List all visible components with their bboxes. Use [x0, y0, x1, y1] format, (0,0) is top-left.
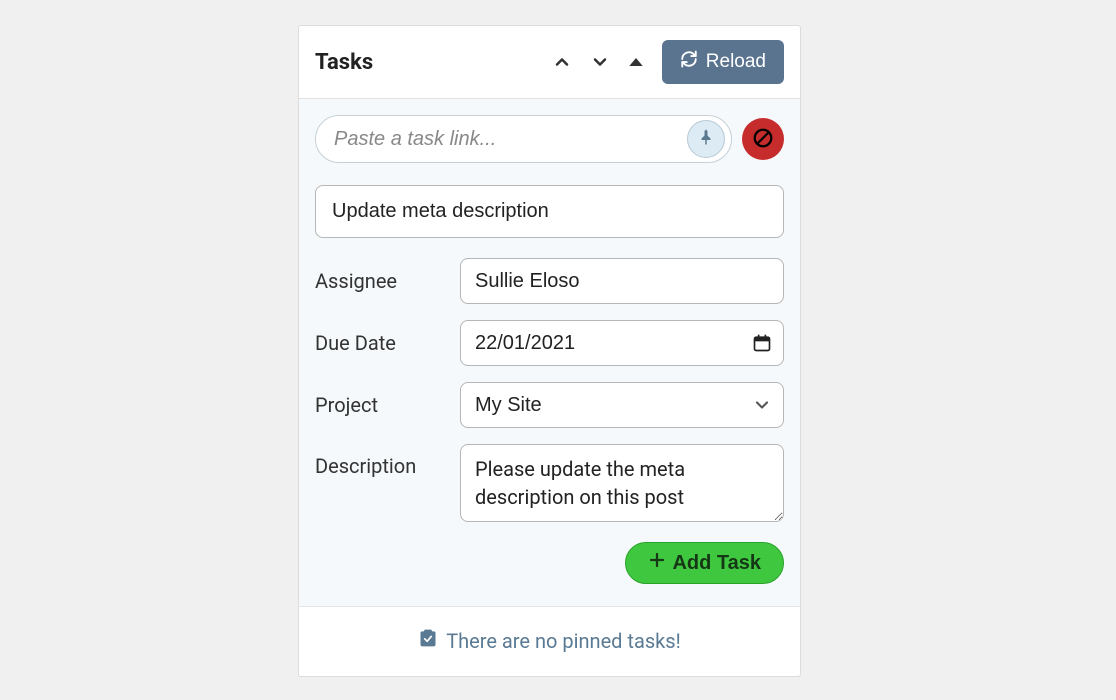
description-textarea[interactable] [460, 444, 784, 522]
add-task-row: Add Task [315, 542, 784, 584]
clipboard-check-icon [418, 627, 438, 654]
panel-title: Tasks [315, 50, 373, 75]
due-date-input[interactable] [460, 320, 784, 366]
cancel-button[interactable] [742, 118, 784, 160]
add-task-label: Add Task [672, 552, 761, 575]
reload-button-label: Reload [706, 51, 766, 73]
empty-pinned-text: There are no pinned tasks! [446, 629, 681, 653]
cancel-icon [752, 127, 774, 152]
pin-button[interactable] [687, 120, 725, 158]
panel-header: Tasks Reload [299, 26, 800, 99]
task-link-input-wrapper [315, 115, 732, 163]
header-icon-group [552, 52, 644, 72]
panel-footer: There are no pinned tasks! [299, 607, 800, 676]
project-row: Project [315, 382, 784, 428]
assignee-label: Assignee [315, 269, 460, 293]
assignee-input[interactable] [460, 258, 784, 304]
add-task-button[interactable]: Add Task [625, 542, 784, 584]
project-select[interactable] [460, 382, 784, 428]
project-label: Project [315, 393, 460, 417]
tasks-panel: Tasks Reload [298, 25, 801, 677]
link-row [315, 115, 784, 163]
reload-button[interactable]: Reload [662, 40, 784, 84]
description-label: Description [315, 444, 460, 478]
due-date-row: Due Date [315, 320, 784, 366]
refresh-icon [680, 50, 698, 74]
task-title-input[interactable] [315, 185, 784, 238]
plus-icon [648, 551, 666, 575]
task-link-input[interactable] [334, 128, 687, 151]
chevron-up-icon[interactable] [552, 52, 572, 72]
due-date-label: Due Date [315, 331, 460, 355]
assignee-row: Assignee [315, 258, 784, 304]
panel-body: Assignee Due Date Project [299, 99, 800, 607]
caret-up-icon[interactable] [628, 54, 644, 70]
description-row: Description [315, 444, 784, 526]
pin-icon [697, 128, 715, 150]
chevron-down-icon[interactable] [590, 52, 610, 72]
